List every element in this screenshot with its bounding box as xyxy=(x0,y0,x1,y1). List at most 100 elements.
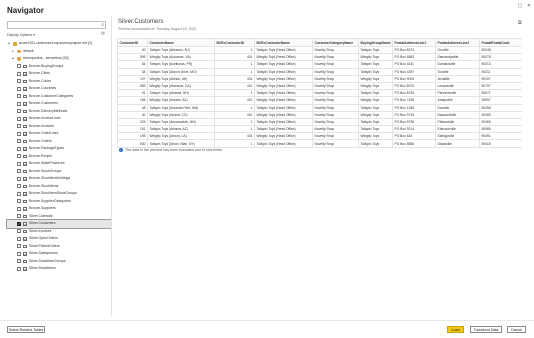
load-button[interactable]: Load xyxy=(447,326,464,333)
table-checkbox[interactable] xyxy=(17,124,21,129)
table-cell: Tailspin Toys (Head Office) xyxy=(254,139,313,148)
table-checkbox[interactable] xyxy=(17,146,21,151)
table-checkbox[interactable] xyxy=(17,176,21,181)
display-options-dropdown[interactable]: Display Options ▾ xyxy=(7,33,35,37)
tree-node[interactable]: Bronze.OrderLines xyxy=(7,130,111,138)
table-checkbox[interactable] xyxy=(17,169,21,174)
refresh-icon[interactable]: ⟳ xyxy=(101,31,105,37)
table-checkbox[interactable] xyxy=(17,64,21,69)
table-checkbox[interactable] xyxy=(17,154,21,159)
preview-table-container: CustomerID CustomerName BillToCustomerID Bi… xyxy=(117,38,522,148)
tree-node[interactable]: ▸ default xyxy=(7,48,111,56)
table-cell: Tailspin Toys (Head Office) xyxy=(254,89,313,98)
column-header[interactable]: BillToCustomerID xyxy=(214,38,255,47)
collapse-icon[interactable]: ▲ xyxy=(11,55,15,63)
tree-node[interactable]: Bronze.Colors xyxy=(7,78,111,86)
tree-node[interactable]: ✓ Silver.Customers xyxy=(6,219,112,229)
preview-options-icon[interactable]: ⧉ xyxy=(518,20,522,26)
table-cell: Novelty Shop xyxy=(312,53,359,62)
tree-node[interactable]: Silver.StockItems xyxy=(7,265,111,273)
table-checkbox[interactable] xyxy=(17,161,21,166)
table-checkbox[interactable] xyxy=(17,139,21,144)
tree-node[interactable]: Silver.Salesperson xyxy=(7,250,111,258)
table-checkbox[interactable] xyxy=(17,71,21,76)
tree-node[interactable]: Silver.PickedOrders xyxy=(7,243,111,251)
tree-node[interactable]: Bronze.PackageTypes xyxy=(7,145,111,153)
tree-node[interactable]: Bronze.Orders xyxy=(7,138,111,146)
tree-node[interactable]: Bronze.StockItems xyxy=(7,183,111,191)
table-checkbox[interactable] xyxy=(17,109,21,114)
table-checkbox[interactable] xyxy=(17,251,21,256)
table-row: 530 Tailspin Toys (Arbon Vlian, NY) 1 Tails… xyxy=(117,139,522,148)
tree-node[interactable]: Bronze.People xyxy=(7,153,111,161)
column-header[interactable]: BillToCustomerName xyxy=(254,38,313,47)
tree-node[interactable]: Bronze.Invoices xyxy=(7,123,111,131)
table-cell: Wingtip Toys (Head Office) xyxy=(254,53,313,62)
table-cell: Wingtip Toys xyxy=(358,74,393,83)
table-checkbox[interactable] xyxy=(17,199,21,204)
tree-node[interactable]: ▲ wwimporters - serverless [26] xyxy=(7,55,111,63)
table-checkbox[interactable]: ✓ xyxy=(17,221,21,226)
cancel-button[interactable]: Cancel xyxy=(507,326,526,333)
column-header[interactable]: CustomerID xyxy=(117,38,148,47)
column-header[interactable]: PostalPostalCode xyxy=(479,38,522,47)
column-header[interactable]: PostalAddressLine2 xyxy=(435,38,480,47)
table-checkbox[interactable] xyxy=(17,236,21,241)
table-cell: Tailspin Toys (Arbana, AZ) xyxy=(147,125,215,134)
tree-node[interactable]: Bronze.Suppliers xyxy=(7,205,111,213)
table-checkbox[interactable] xyxy=(17,116,21,121)
column-header[interactable]: BuyingGroupName xyxy=(358,38,393,47)
table-checkbox[interactable] xyxy=(17,259,21,264)
close-icon[interactable]: ✕ xyxy=(525,2,533,10)
table-row: 151 Tailspin Toys (Arbana, AZ) 1 Tailspin T… xyxy=(117,125,522,134)
table-cell: Wingtip Toys (Head Office) xyxy=(254,81,313,91)
tree-node[interactable]: Bronze.CustomerCategories xyxy=(7,93,111,101)
transform-data-button[interactable]: Transform Data xyxy=(470,326,502,333)
tree-node[interactable]: Bronze.InvoiceLines xyxy=(7,115,111,123)
table-cell: PO Box 4397 xyxy=(392,67,436,76)
table-cell: Tailspin Toys (Alstead, NH) xyxy=(147,89,215,98)
tree-node[interactable]: Bronze.Customers xyxy=(7,100,111,108)
table-icon xyxy=(23,237,27,241)
table-checkbox[interactable] xyxy=(17,244,21,249)
search-input[interactable]: ⌕ xyxy=(7,21,106,29)
tree-node-label: default xyxy=(23,48,34,53)
table-checkbox[interactable] xyxy=(17,131,21,136)
tree-node[interactable]: Bronze.Countries xyxy=(7,85,111,93)
database-icon xyxy=(17,57,21,61)
tree-node[interactable]: Bronze.DeliveryMethods xyxy=(7,108,111,116)
select-related-tables-button[interactable]: Select Related Tables xyxy=(7,326,45,333)
tree-node[interactable]: Bronze.StockItemStockGroups xyxy=(7,190,111,198)
table-checkbox[interactable] xyxy=(17,229,21,234)
expand-icon[interactable]: ▸ xyxy=(11,48,15,56)
collapse-icon[interactable]: ▲ xyxy=(7,40,11,48)
maximize-icon[interactable]: ▢ xyxy=(516,2,524,10)
tree-node[interactable]: Bronze.SupplierCategories xyxy=(7,198,111,206)
table-checkbox[interactable] xyxy=(17,94,21,99)
tree-node[interactable]: Bronze.BuyingGroups xyxy=(7,63,111,71)
table-checkbox[interactable] xyxy=(17,184,21,189)
tree-node[interactable]: Bronze.StockItemHoldings xyxy=(7,175,111,183)
table-cell: 90248 xyxy=(479,45,522,55)
table-checkbox[interactable] xyxy=(17,86,21,91)
table-cell: 48 xyxy=(117,103,148,112)
tree-node[interactable]: Silver.Calendar xyxy=(7,213,111,221)
table-checkbox[interactable] xyxy=(17,79,21,84)
tree-node-label: Bronze.StockGroups xyxy=(29,168,62,173)
column-header[interactable]: CustomerName xyxy=(147,38,215,47)
table-checkbox[interactable] xyxy=(17,266,21,271)
column-header[interactable]: CustomerCategoryName xyxy=(312,38,359,47)
table-checkbox[interactable] xyxy=(17,214,21,219)
tree-node[interactable]: Bronze.StateProvinces xyxy=(7,160,111,168)
tree-node[interactable]: Silver.OpenOrders xyxy=(7,235,111,243)
tree-node[interactable]: Bronze.Cities xyxy=(7,70,111,78)
tree-node[interactable]: Bronze.StockGroups xyxy=(7,168,111,176)
table-checkbox[interactable] xyxy=(17,191,21,196)
tree-node[interactable]: ▲ azure2011-ondemand.sql.azuresynapse.net… xyxy=(7,40,111,48)
table-cell: 1 xyxy=(214,67,255,76)
column-header[interactable]: PostalAddressLine1 xyxy=(392,38,436,47)
tree-node[interactable]: Silver.Invoices xyxy=(7,228,111,236)
table-checkbox[interactable] xyxy=(17,101,21,106)
tree-node[interactable]: Silver.StockItemGroups xyxy=(7,258,111,266)
table-checkbox[interactable] xyxy=(17,206,21,211)
